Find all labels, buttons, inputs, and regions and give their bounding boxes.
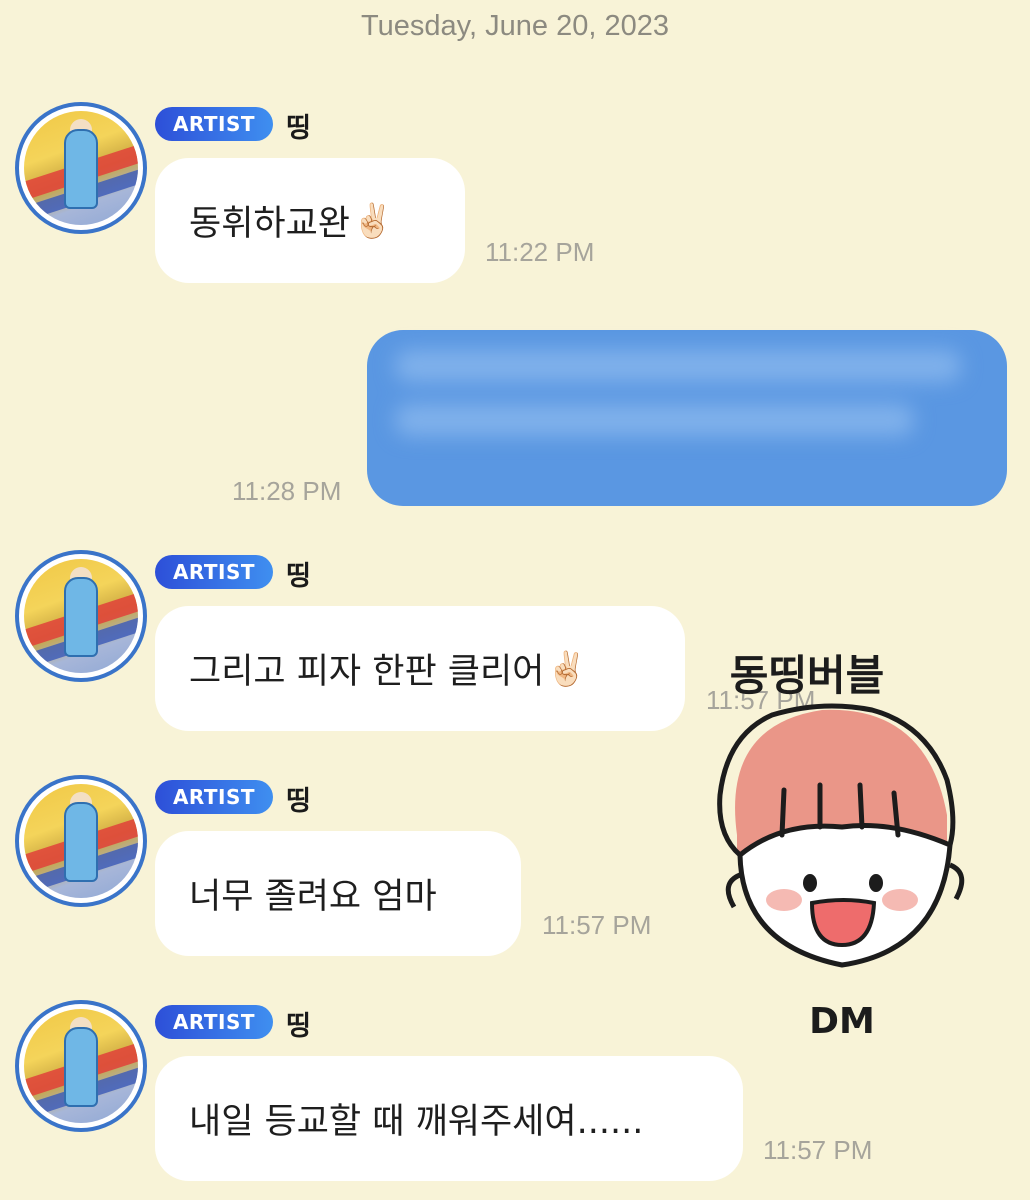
sticker-caption-top: 동띵버블 <box>730 651 885 700</box>
avatar[interactable] <box>15 550 147 682</box>
sender-name: 띵 <box>286 113 311 144</box>
message-time: 11:57 PM <box>542 910 652 940</box>
message-text: 그리고 피자 한판 클리어 <box>189 652 545 692</box>
avatar-photo <box>24 1009 138 1123</box>
sender-name: 띵 <box>286 1011 311 1042</box>
sender-name: 띵 <box>286 561 311 592</box>
artist-badge: ARTIST <box>155 555 273 589</box>
message-text: 너무 졸려요 엄마 <box>189 877 437 917</box>
message-bubble[interactable]: 그리고 피자 한판 클리어 ✌🏻 <box>155 606 685 731</box>
blurred-message-content <box>395 350 985 490</box>
avatar-photo <box>24 111 138 225</box>
dm-sticker: 동띵버블 DM <box>717 651 965 1042</box>
victory-hand-icon: ✌🏻 <box>546 648 588 688</box>
message-bubble[interactable]: 내일 등교할 때 깨워주세여...... <box>155 1056 743 1181</box>
message-bubble[interactable]: 너무 졸려요 엄마 <box>155 831 521 956</box>
message-text: 동휘하교완 <box>189 204 351 244</box>
sender-name: 띵 <box>286 786 311 817</box>
message-time: 11:57 PM <box>763 1135 873 1165</box>
avatar-photo <box>24 784 138 898</box>
avatar[interactable] <box>15 1000 147 1132</box>
artist-badge: ARTIST <box>155 107 273 141</box>
my-message-time: 11:28 PM <box>232 476 342 506</box>
artist-badge: ARTIST <box>155 780 273 814</box>
victory-hand-icon: ✌🏻 <box>352 200 394 240</box>
avatar[interactable] <box>15 102 147 234</box>
date-header: Tuesday, June 20, 2023 <box>361 10 669 42</box>
avatar[interactable] <box>15 775 147 907</box>
artist-badge: ARTIST <box>155 1005 273 1039</box>
message-time: 11:22 PM <box>485 237 595 267</box>
message-bubble[interactable]: 동휘하교완 ✌🏻 <box>155 158 465 283</box>
avatar-photo <box>24 559 138 673</box>
message-text: 내일 등교할 때 깨워주세여...... <box>189 1102 644 1142</box>
sticker-caption-bottom: DM <box>809 1001 875 1042</box>
